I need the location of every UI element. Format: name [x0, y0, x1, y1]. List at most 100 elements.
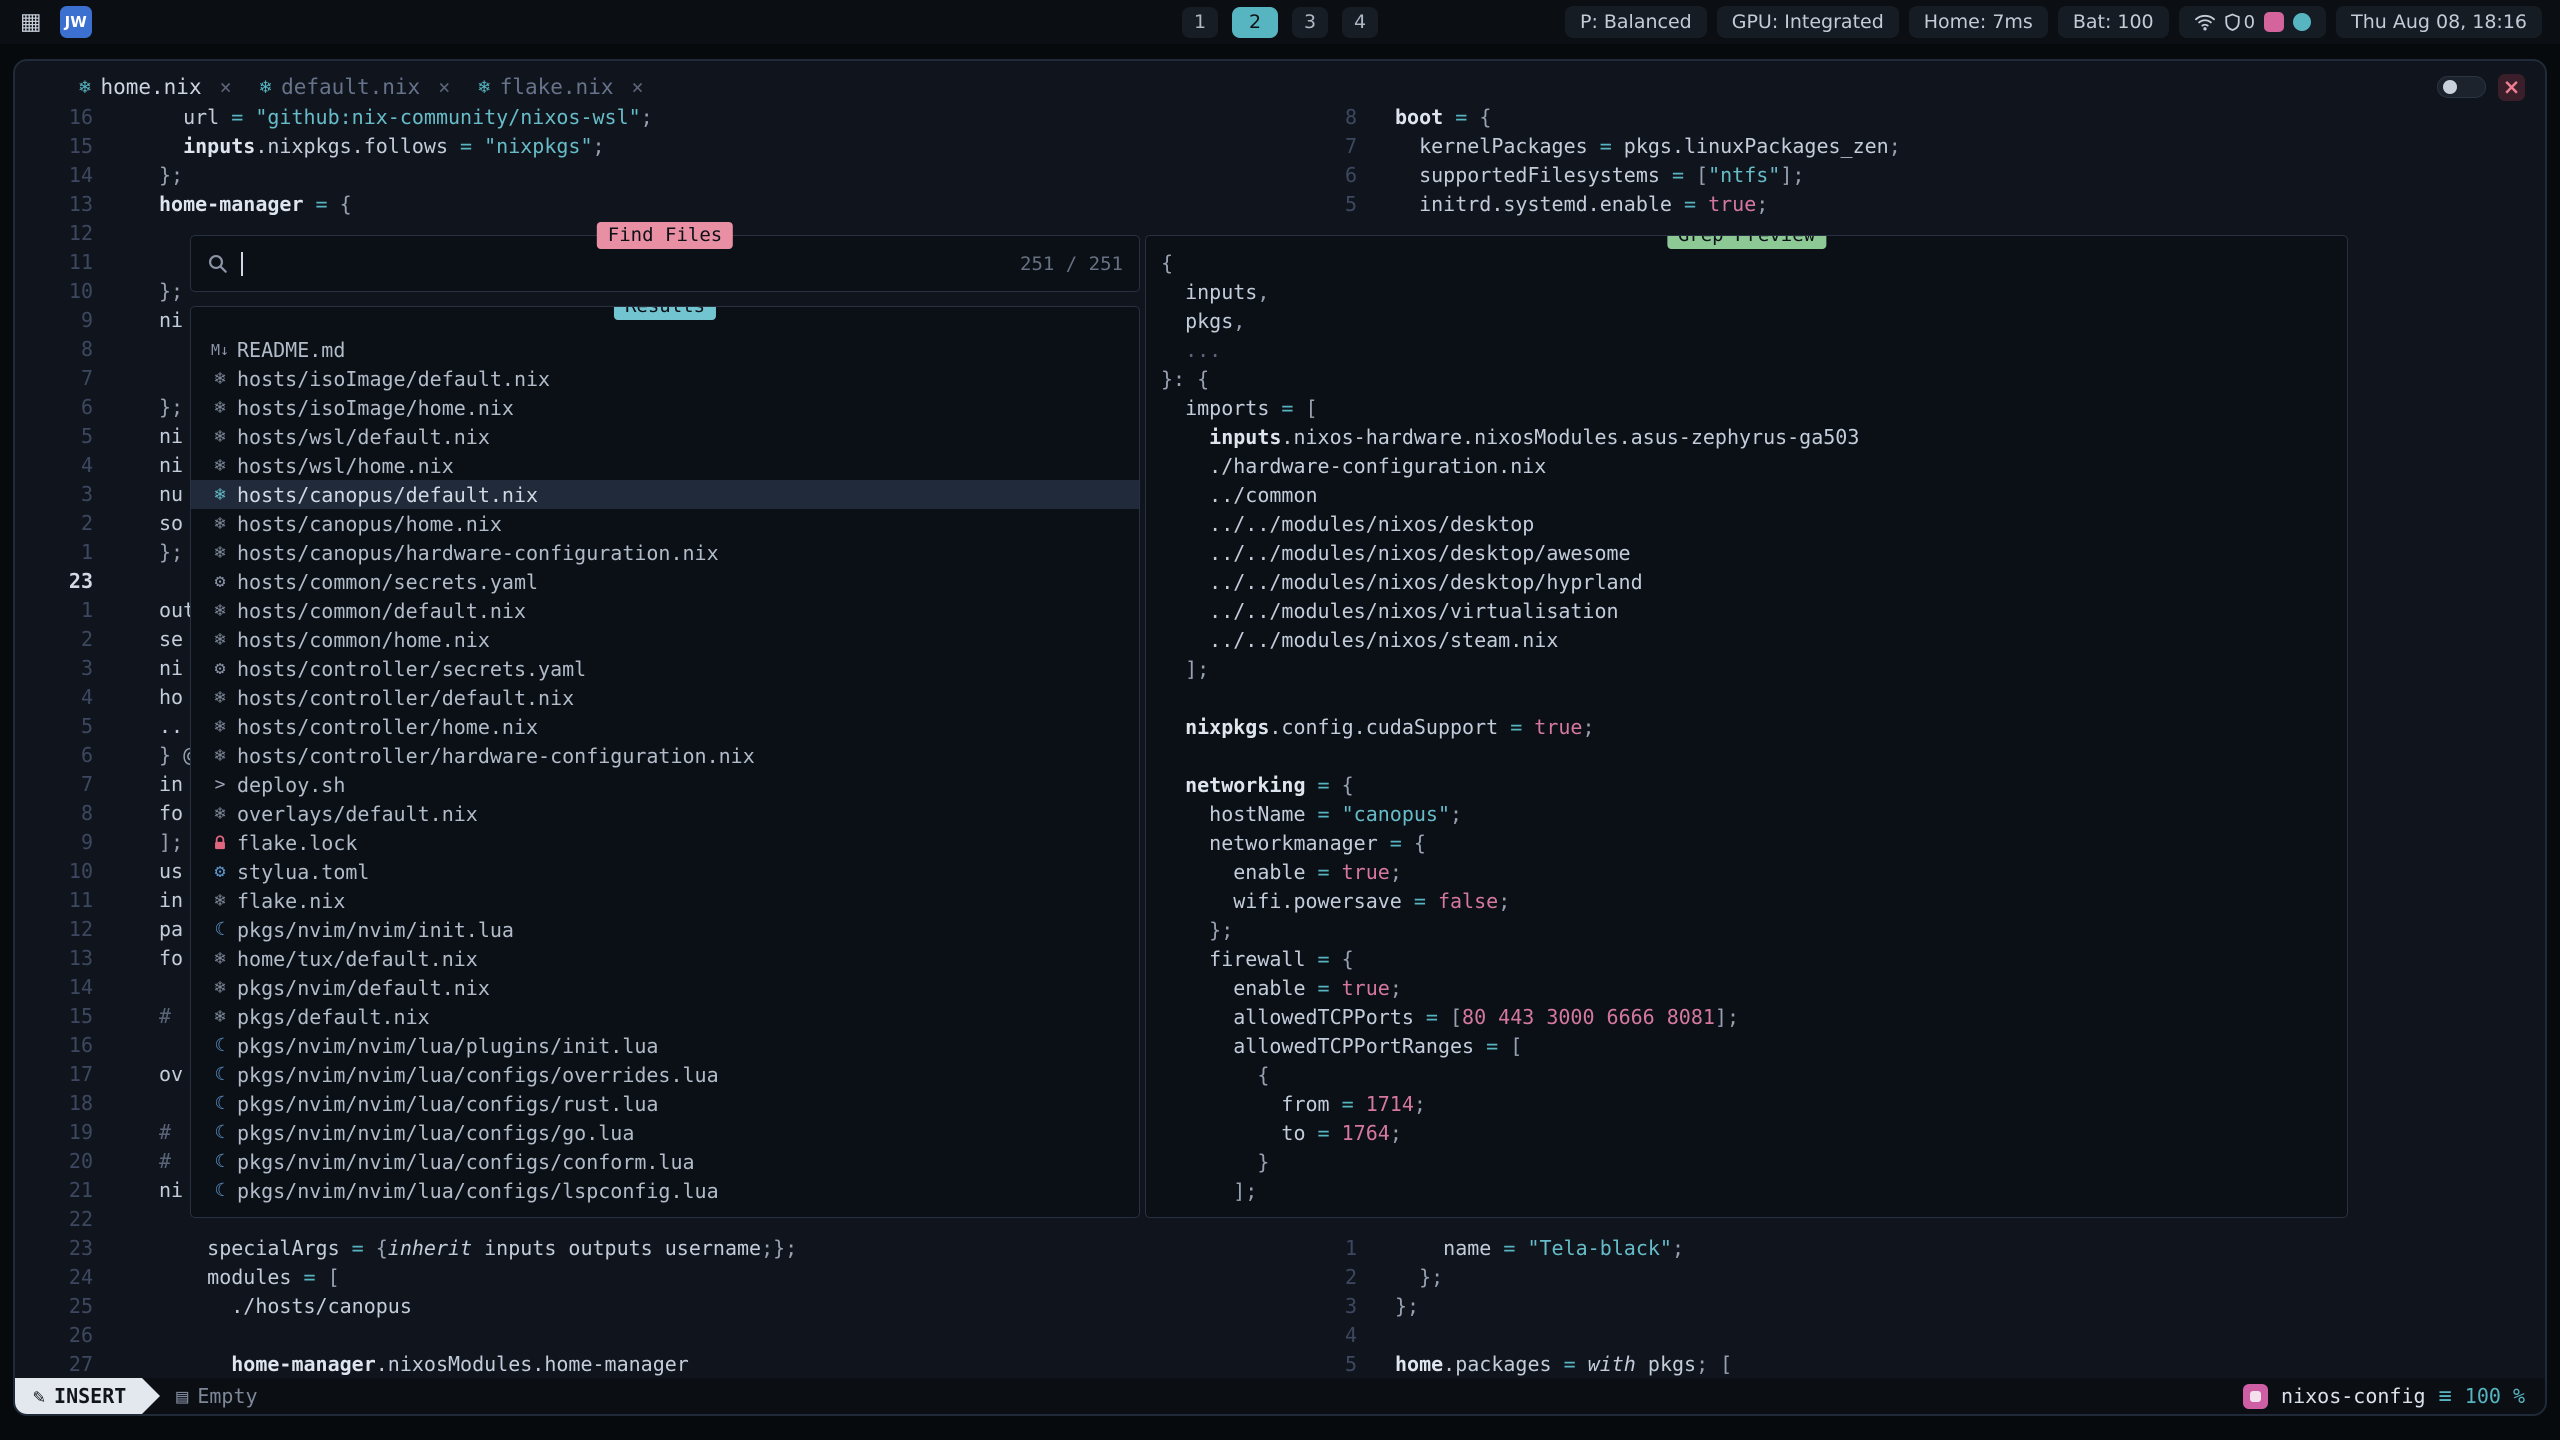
file-result-row[interactable]: >deploy.sh	[191, 770, 1139, 799]
code-line: so	[159, 509, 183, 538]
editor-row: 14};6 supportedFilesystems = ["ntfs"];	[15, 161, 2545, 190]
file-result-row[interactable]: flake.lock	[191, 828, 1139, 857]
wifi-icon[interactable]	[2194, 12, 2216, 32]
file-result-label: hosts/wsl/default.nix	[237, 425, 490, 449]
file-result-row[interactable]: ☾pkgs/nvim/nvim/lua/plugins/init.lua	[191, 1031, 1139, 1060]
tab-close-icon[interactable]: ×	[631, 75, 643, 99]
recording-indicator-icon[interactable]	[2264, 12, 2284, 32]
tab-default.nix[interactable]: ❄default.nix×	[260, 75, 451, 99]
file-result-row[interactable]: ☾pkgs/nvim/nvim/lua/configs/overrides.lu…	[191, 1060, 1139, 1089]
line-number: 27	[15, 1350, 93, 1379]
file-result-row[interactable]: ❄hosts/common/home.nix	[191, 625, 1139, 654]
line-number: 11	[15, 248, 93, 277]
status-dot-icon[interactable]	[2293, 13, 2311, 31]
text-cursor	[241, 252, 243, 276]
line-number: 26	[15, 1321, 93, 1350]
line-number: 15	[15, 132, 93, 161]
line-number: 14	[15, 973, 93, 1002]
window-pin-toggle[interactable]	[2437, 76, 2486, 98]
nix-icon: ❄	[203, 977, 237, 998]
code-line: #	[159, 1118, 171, 1147]
file-result-row[interactable]: ☾pkgs/nvim/nvim/lua/configs/rust.lua	[191, 1089, 1139, 1118]
file-result-label: pkgs/default.nix	[237, 1005, 430, 1029]
app-logo[interactable]: JW	[60, 6, 92, 38]
file-result-row[interactable]: ❄hosts/wsl/home.nix	[191, 451, 1139, 480]
line-number: 25	[15, 1292, 93, 1321]
file-result-row[interactable]: ❄hosts/controller/hardware-configuration…	[191, 741, 1139, 770]
grep-preview-panel: Grep Preview { inputs, pkgs, ...}: { imp…	[1145, 235, 2348, 1218]
code-line: boot = {	[1395, 103, 1491, 132]
file-result-row[interactable]: ⚙hosts/controller/secrets.yaml	[191, 654, 1139, 683]
file-result-label: hosts/controller/hardware-configuration.…	[237, 744, 755, 768]
preview-line: ./hardware-configuration.nix	[1161, 452, 2347, 481]
file-result-row[interactable]: ❄hosts/isoImage/default.nix	[191, 364, 1139, 393]
code-line: us	[159, 857, 183, 886]
code-line: ni	[159, 451, 183, 480]
workspace-button-3[interactable]: 3	[1292, 7, 1328, 38]
file-result-row[interactable]: ⚙stylua.toml	[191, 857, 1139, 886]
workspace-button-4[interactable]: 4	[1342, 7, 1378, 38]
file-result-label: stylua.toml	[237, 860, 369, 884]
result-list: M↓README.md❄hosts/isoImage/default.nix❄h…	[191, 335, 1139, 1205]
file-result-row[interactable]: ❄hosts/controller/default.nix	[191, 683, 1139, 712]
code-line: kernelPackages = pkgs.linuxPackages_zen;	[1395, 132, 1901, 161]
file-result-row[interactable]: ❄hosts/canopus/hardware-configuration.ni…	[191, 538, 1139, 567]
line-number: 12	[15, 219, 93, 248]
file-result-label: pkgs/nvim/nvim/init.lua	[237, 918, 514, 942]
nix-icon: ❄	[203, 803, 237, 824]
lua-icon: ☾	[203, 1035, 237, 1056]
tab-close-icon[interactable]: ×	[220, 75, 232, 99]
window-close-button[interactable]: ×	[2498, 74, 2525, 101]
code-line: };	[159, 538, 183, 567]
file-result-row[interactable]: M↓README.md	[191, 335, 1139, 364]
find-files-prompt[interactable]: Find Files 251 / 251	[190, 235, 1140, 292]
file-result-row[interactable]: ❄flake.nix	[191, 886, 1139, 915]
file-result-row[interactable]: ⚙hosts/common/secrets.yaml	[191, 567, 1139, 596]
file-result-row[interactable]: ❄hosts/canopus/default.nix	[191, 480, 1139, 509]
preview-line: pkgs,	[1161, 307, 2347, 336]
workspace-button-2[interactable]: 2	[1232, 7, 1278, 38]
code-line: ..	[159, 712, 183, 741]
line-number: 9	[15, 306, 93, 335]
line-number: 5	[1279, 190, 1357, 219]
file-result-row[interactable]: ☾pkgs/nvim/nvim/lua/configs/lspconfig.lu…	[191, 1176, 1139, 1205]
line-number: 1	[1279, 1234, 1357, 1263]
file-result-row[interactable]: ☾pkgs/nvim/nvim/lua/configs/conform.lua	[191, 1147, 1139, 1176]
workspace-button-1[interactable]: 1	[1182, 7, 1218, 38]
file-result-row[interactable]: ❄pkgs/default.nix	[191, 1002, 1139, 1031]
preview-line: ../../modules/nixos/virtualisation	[1161, 597, 2347, 626]
line-number: 9	[15, 828, 93, 857]
yaml-icon: ⚙	[203, 658, 237, 679]
file-result-row[interactable]: ❄home/tux/default.nix	[191, 944, 1139, 973]
apps-menu-icon[interactable]: ▦	[20, 9, 42, 35]
yaml-icon: ⚙	[203, 571, 237, 592]
preview-line: enable = true;	[1161, 974, 2347, 1003]
results-title: Results	[614, 306, 716, 320]
line-number: 4	[15, 683, 93, 712]
code-line: #	[159, 1147, 171, 1176]
top-bar: ▦ JW 1234 P: BalancedGPU: IntegratedHome…	[0, 0, 2560, 44]
grep-preview-title: Grep Preview	[1667, 235, 1826, 249]
file-result-row[interactable]: ❄overlays/default.nix	[191, 799, 1139, 828]
status-chips: P: BalancedGPU: IntegratedHome: 7msBat: …	[1565, 6, 2169, 38]
code-line: fo	[159, 799, 183, 828]
tab-flake.nix[interactable]: ❄flake.nix×	[478, 75, 643, 99]
file-result-row[interactable]: ❄pkgs/nvim/default.nix	[191, 973, 1139, 1002]
file-result-label: hosts/canopus/hardware-configuration.nix	[237, 541, 719, 565]
file-result-row[interactable]: ❄hosts/controller/home.nix	[191, 712, 1139, 741]
editor-row: 16 url = "github:nix-community/nixos-wsl…	[15, 103, 2545, 132]
file-result-row[interactable]: ☾pkgs/nvim/nvim/init.lua	[191, 915, 1139, 944]
file-result-row[interactable]: ❄hosts/wsl/default.nix	[191, 422, 1139, 451]
file-result-row[interactable]: ❄hosts/canopus/home.nix	[191, 509, 1139, 538]
shield-icon[interactable]: 0	[2225, 12, 2255, 33]
file-result-row[interactable]: ☾pkgs/nvim/nvim/lua/configs/go.lua	[191, 1118, 1139, 1147]
line-number: 20	[15, 1147, 93, 1176]
tab-home.nix[interactable]: ❄home.nix×	[79, 75, 232, 99]
code-line: pa	[159, 915, 183, 944]
line-number: 2	[15, 625, 93, 654]
tab-close-icon[interactable]: ×	[438, 75, 450, 99]
file-result-row[interactable]: ❄hosts/common/default.nix	[191, 596, 1139, 625]
topbar-right: P: BalancedGPU: IntegratedHome: 7msBat: …	[1565, 6, 2560, 38]
lua-icon: ☾	[203, 1093, 237, 1114]
file-result-row[interactable]: ❄hosts/isoImage/home.nix	[191, 393, 1139, 422]
